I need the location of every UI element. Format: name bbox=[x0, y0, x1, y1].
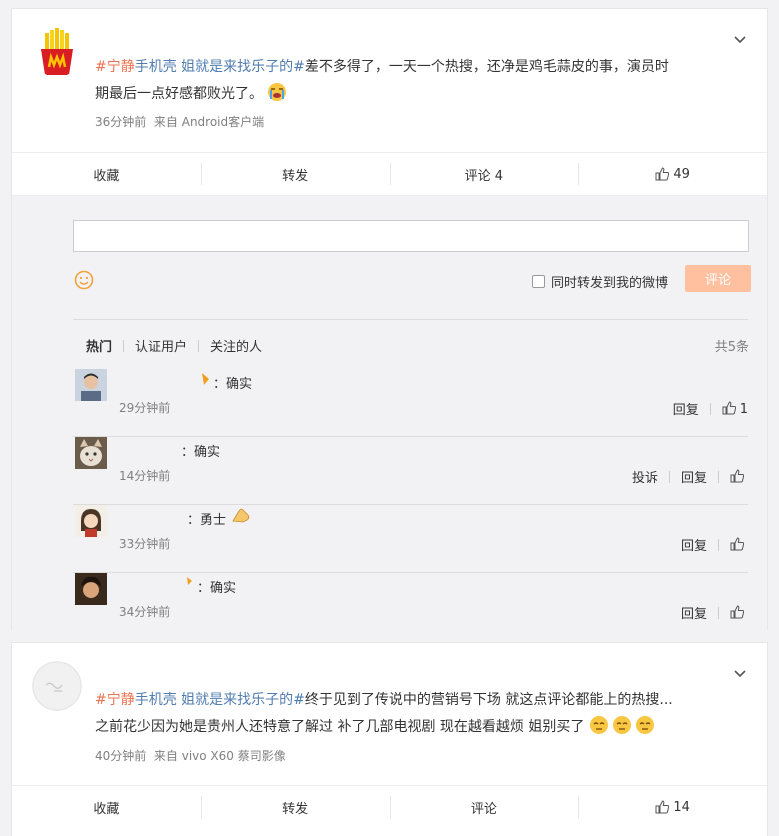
comment-button[interactable]: 评论 bbox=[389, 786, 579, 828]
post-card-1: #宁静手机壳 姐就是来找乐子的#差不多得了，一天一个热搜，还净是鸡毛蒜皮的事，演… bbox=[11, 8, 768, 632]
post-meta: 36分钟前 来自 Android客户端 bbox=[95, 113, 264, 130]
divider bbox=[73, 319, 748, 320]
like-button[interactable]: 14 bbox=[578, 786, 767, 828]
comment-item: ：确实 29分钟前 回复 1 bbox=[73, 369, 748, 437]
comment-button[interactable]: 评论 4 bbox=[389, 153, 579, 195]
comment-ops: 回复 1 bbox=[673, 399, 748, 418]
reply-button[interactable]: 回复 bbox=[681, 603, 707, 622]
comment-text: ：确实 bbox=[181, 445, 221, 460]
repost-button[interactable]: 转发 bbox=[200, 153, 390, 195]
topic-link[interactable]: #宁静 bbox=[95, 59, 135, 75]
avatar[interactable] bbox=[32, 27, 82, 77]
forward-label: 同时转发到我的微博 bbox=[551, 276, 669, 291]
smiley-icon[interactable] bbox=[74, 270, 94, 290]
comment-text: ：确实 bbox=[213, 377, 253, 392]
comment-like-count: 1 bbox=[739, 401, 748, 417]
comment-item: ：确实 14分钟前 投诉 回复 bbox=[73, 437, 748, 505]
comment-total: 共5条 bbox=[714, 340, 749, 355]
repost-button[interactable]: 转发 bbox=[200, 786, 390, 828]
topic-link[interactable]: #宁静 bbox=[95, 692, 135, 708]
post-text-line2: 期最后一点好感都败光了。 bbox=[95, 86, 263, 102]
submit-comment-button[interactable]: 评论 bbox=[685, 265, 751, 292]
reply-button[interactable]: 回复 bbox=[673, 399, 699, 418]
comment-text: ：勇士 bbox=[187, 513, 227, 528]
thumbs-up-icon bbox=[730, 536, 744, 550]
reply-button[interactable]: 回复 bbox=[681, 467, 707, 486]
post-text: #宁静手机壳 姐就是来找乐子的#终于见到了传说中的营销号下场 就这点评论都能上的… bbox=[95, 687, 737, 741]
thumbs-up-icon bbox=[730, 604, 744, 618]
topic-link-2[interactable]: 手机壳 姐就是来找乐子的# bbox=[135, 692, 305, 708]
post-actions: 收藏 转发 评论 4 49 bbox=[12, 152, 767, 195]
crying-face-icon bbox=[268, 83, 287, 101]
comment-time: 34分钟前 bbox=[119, 605, 171, 619]
comment-ops: 回复 bbox=[681, 535, 748, 554]
post-text-line1: 终于见到了传说中的营销号下场 就这点评论都能上的热搜... bbox=[304, 692, 673, 708]
avatar[interactable] bbox=[75, 505, 107, 537]
comment-time: 33分钟前 bbox=[119, 537, 171, 551]
reply-button[interactable]: 回复 bbox=[681, 535, 707, 554]
emoji-icon bbox=[186, 575, 194, 585]
comment-item: ：确实 34分钟前 回复 bbox=[73, 573, 748, 641]
comment-like-button[interactable] bbox=[730, 604, 748, 621]
chevron-down-icon[interactable] bbox=[733, 667, 747, 681]
comment-time: 14分钟前 bbox=[119, 469, 171, 483]
post-actions: 收藏 转发 评论 14 bbox=[12, 785, 767, 828]
comment-tabs: 热门 认证用户 关注的人 bbox=[86, 336, 262, 355]
thumbs-up-icon bbox=[655, 167, 670, 181]
tab-following[interactable]: 关注的人 bbox=[210, 336, 262, 355]
comment-like-button[interactable] bbox=[730, 468, 748, 485]
chevron-down-icon[interactable] bbox=[733, 33, 747, 47]
like-count: 14 bbox=[673, 799, 690, 815]
emoji-icon bbox=[201, 372, 211, 386]
thumbs-up-icon bbox=[722, 400, 736, 414]
avatar[interactable] bbox=[32, 661, 82, 711]
post-card-2: #宁静手机壳 姐就是来找乐子的#终于见到了传说中的营销号下场 就这点评论都能上的… bbox=[11, 642, 768, 836]
fist-emoji-icon bbox=[231, 507, 251, 523]
avatar[interactable] bbox=[75, 369, 107, 401]
comment-like-button[interactable]: 1 bbox=[722, 400, 748, 417]
favorite-button[interactable]: 收藏 bbox=[12, 786, 201, 828]
mcdonalds-fries-avatar bbox=[41, 28, 73, 75]
post-source: 来自 vivo X60 蔡司影像 bbox=[153, 749, 286, 763]
forward-checkbox[interactable] bbox=[532, 275, 545, 288]
tab-verified[interactable]: 认证用户 bbox=[135, 336, 187, 355]
topic-link-2[interactable]: 手机壳 姐就是来找乐子的# bbox=[135, 59, 305, 75]
comment-input[interactable] bbox=[73, 220, 749, 252]
post-text-line1: 差不多得了，一天一个热搜，还净是鸡毛蒜皮的事，演员时 bbox=[304, 59, 669, 75]
avatar[interactable] bbox=[75, 437, 107, 469]
forward-option[interactable]: 同时转发到我的微博 bbox=[532, 272, 668, 291]
avatar[interactable] bbox=[75, 573, 107, 605]
favorite-button[interactable]: 收藏 bbox=[12, 153, 201, 195]
post-meta: 40分钟前 来自 vivo X60 蔡司影像 bbox=[95, 747, 286, 764]
post-time[interactable]: 36分钟前 bbox=[95, 115, 146, 129]
comment-item: ：勇士 33分钟前 回复 bbox=[73, 505, 748, 573]
comment-text: ：确实 bbox=[197, 581, 237, 596]
post-time[interactable]: 40分钟前 bbox=[95, 749, 146, 763]
thumbs-up-icon bbox=[655, 800, 670, 814]
comment-ops: 投诉 回复 bbox=[632, 467, 748, 486]
comment-time: 29分钟前 bbox=[119, 401, 171, 415]
sleepy-face-icons bbox=[589, 715, 655, 735]
comment-ops: 回复 bbox=[681, 603, 748, 622]
comment-like-button[interactable] bbox=[730, 536, 748, 553]
tab-hot[interactable]: 热门 bbox=[86, 336, 112, 355]
like-button[interactable]: 49 bbox=[578, 153, 767, 195]
comment-section: 同时转发到我的微博 评论 热门 认证用户 关注的人 共5条 ：确实 29分钟前 … bbox=[12, 195, 767, 632]
report-button[interactable]: 投诉 bbox=[632, 467, 658, 486]
post-source: 来自 Android客户端 bbox=[153, 115, 265, 129]
thumbs-up-icon bbox=[730, 468, 744, 482]
post-text-line2: 之前花少因为她是贵州人还特意了解过 补了几部电视剧 现在越看越烦 姐别买了 bbox=[95, 719, 585, 735]
like-count: 49 bbox=[673, 166, 690, 182]
post-text: #宁静手机壳 姐就是来找乐子的#差不多得了，一天一个热搜，还净是鸡毛蒜皮的事，演… bbox=[95, 54, 727, 108]
